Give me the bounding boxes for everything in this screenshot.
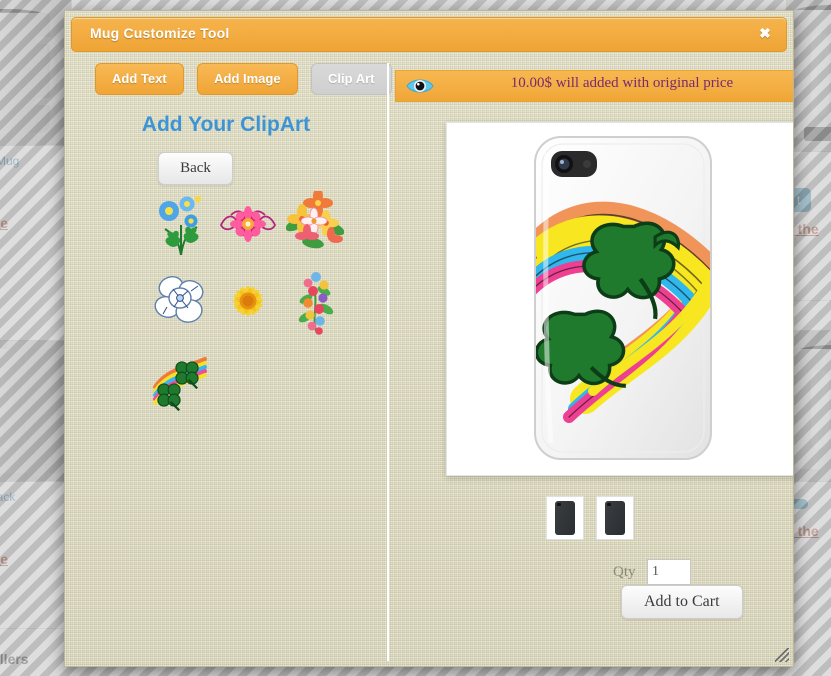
clipart-grid: [153, 191, 353, 425]
clipart-item-pink-mandala[interactable]: [219, 191, 277, 259]
clipart-item-shamrock-rainbow[interactable]: [153, 347, 211, 415]
pane-divider: [387, 63, 389, 661]
quantity-label: Qty: [613, 563, 636, 580]
quantity-input[interactable]: [646, 559, 691, 585]
mug-customize-modal: Mug Customize Tool ✖ Add Text Add Image …: [64, 10, 794, 667]
page-title: Add Your ClipArt: [141, 113, 311, 136]
quantity-and-cart-row: Qty Add to Cart: [613, 559, 793, 619]
tab-add-text[interactable]: Add Text: [95, 63, 184, 95]
preview-thumbnail-strip: [546, 496, 642, 545]
clipart-item-blue-flowers[interactable]: [153, 191, 211, 259]
price-banner-text: 10.00$ will added with original price: [510, 75, 734, 91]
modal-title: Mug Customize Tool: [90, 25, 230, 41]
clipart-item-yellow-daisy[interactable]: [219, 269, 277, 337]
add-to-cart-button[interactable]: Add to Cart: [621, 585, 743, 619]
product-preview-image[interactable]: [447, 123, 794, 475]
thumbnail-black-case-back[interactable]: [546, 496, 584, 540]
modal-titlebar: Mug Customize Tool ✖: [71, 17, 787, 52]
product-preview-panel: [446, 122, 794, 476]
tab-add-image[interactable]: Add Image: [197, 63, 298, 95]
resize-grip-icon[interactable]: [775, 648, 789, 662]
close-icon[interactable]: ✖: [754, 22, 776, 44]
thumbnail-black-case-front[interactable]: [596, 496, 635, 540]
clipart-item-white-hibiscus[interactable]: [153, 269, 211, 337]
clipart-item-orange-flower-bunch[interactable]: [285, 191, 344, 259]
customize-tabs: Add Text Add Image Clip Art: [95, 63, 401, 95]
back-button[interactable]: Back: [158, 152, 233, 185]
clipart-item-mixed-floral-spray[interactable]: [286, 269, 344, 337]
tab-clip-art[interactable]: Clip Art: [311, 63, 392, 95]
price-banner: 10.00$ will added with original price: [395, 70, 793, 102]
